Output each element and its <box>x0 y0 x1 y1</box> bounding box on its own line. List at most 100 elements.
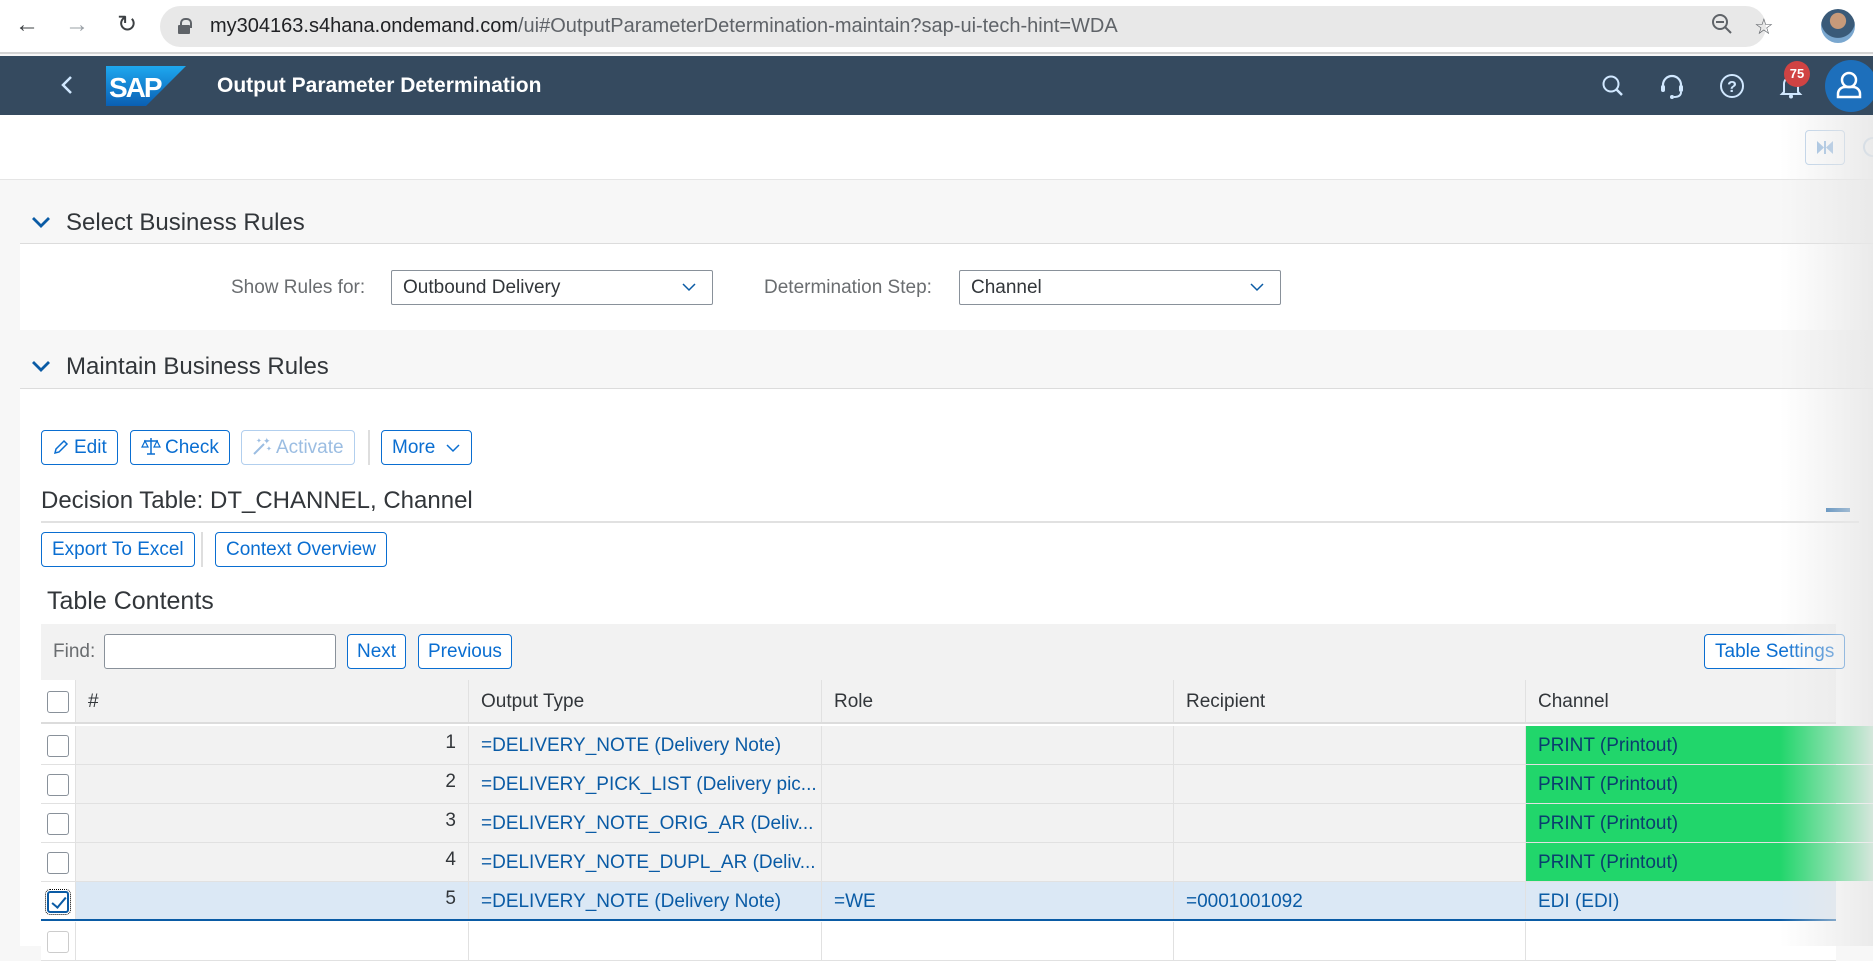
svg-text:?: ? <box>1727 79 1737 96</box>
channel-cell[interactable]: EDI (EDI) <box>1526 882 1873 919</box>
url-path: /ui#OutputParameterDetermination-maintai… <box>518 15 1118 37</box>
output-type-cell[interactable]: =DELIVERY_NOTE (Delivery Note) <box>469 726 822 764</box>
select-business-rules-title[interactable]: Select Business Rules <box>66 209 305 237</box>
select-rules-chevron-icon[interactable] <box>30 211 52 233</box>
row-checkbox[interactable] <box>47 931 69 953</box>
user-avatar-button[interactable] <box>1825 60 1873 112</box>
channel-cell[interactable]: PRINT (Printout) <box>1526 765 1873 803</box>
column-header-channel[interactable]: Channel <box>1526 680 1873 722</box>
find-input[interactable] <box>104 634 336 669</box>
check-label: Check <box>165 437 219 458</box>
role-cell[interactable]: =WE <box>822 882 1174 919</box>
select-all-cell <box>41 680 76 722</box>
determination-step-value: Channel <box>971 277 1042 298</box>
recipient-cell[interactable] <box>1174 843 1526 881</box>
table-find-toolbar: Find: Next Previous Table Settings <box>41 624 1846 680</box>
page-subheader <box>0 115 1873 180</box>
forward-arrow-icon[interactable]: → <box>62 10 92 40</box>
role-cell[interactable] <box>822 765 1174 803</box>
role-cell[interactable] <box>822 843 1174 881</box>
url-text: my304163.s4hana.ondemand.com/ui#OutputPa… <box>210 6 1118 47</box>
recipient-cell[interactable] <box>1174 765 1526 803</box>
table-row[interactable]: 4 =DELIVERY_NOTE_DUPL_AR (Deliv... PRINT (… <box>41 843 1873 882</box>
column-header-recipient[interactable]: Recipient <box>1174 680 1526 722</box>
activate-button[interactable]: ✦ ✦ ✦ Activate <box>241 430 355 465</box>
table-row[interactable]: 2 =DELIVERY_PICK_LIST (Delivery pic... PRI… <box>41 765 1873 804</box>
output-type-cell[interactable]: =DELIVERY_NOTE_ORIG_AR (Deliv... <box>469 804 822 842</box>
table-contents-title: Table Contents <box>47 587 214 615</box>
show-rules-dropdown[interactable]: Outbound Delivery <box>391 270 713 305</box>
role-cell[interactable] <box>822 804 1174 842</box>
export-to-excel-button[interactable]: Export To Excel <box>41 532 195 567</box>
table-settings-button[interactable]: Table Settings <box>1704 634 1846 669</box>
recipient-cell[interactable]: =0001001092 <box>1174 882 1526 919</box>
output-type-cell[interactable]: =DELIVERY_NOTE (Delivery Note) <box>469 882 822 919</box>
overflow-icon[interactable] <box>1863 137 1873 157</box>
show-rules-value: Outbound Delivery <box>403 277 561 298</box>
sap-logo[interactable]: SAP <box>106 66 186 106</box>
reload-icon[interactable]: ↻ <box>112 10 142 40</box>
empty-cell <box>469 922 822 960</box>
headset-support-icon[interactable] <box>1657 71 1687 101</box>
column-header-role[interactable]: Role <box>822 680 1174 722</box>
shell-back-button[interactable] <box>52 68 82 102</box>
find-label: Find: <box>53 641 96 662</box>
show-rules-label: Show Rules for: <box>231 277 366 298</box>
select-all-checkbox[interactable] <box>47 691 69 713</box>
row-number: 3 <box>76 804 469 842</box>
chevron-down-icon <box>1250 283 1264 292</box>
output-type-cell[interactable]: =DELIVERY_NOTE_DUPL_AR (Deliv... <box>469 843 822 881</box>
output-type-cell[interactable]: =DELIVERY_PICK_LIST (Delivery pic... <box>469 765 822 803</box>
minimize-panel-button[interactable] <box>1826 508 1850 512</box>
column-header-output-type[interactable]: Output Type <box>469 680 822 722</box>
back-arrow-icon[interactable]: ← <box>12 10 42 40</box>
channel-cell[interactable]: PRINT (Printout) <box>1526 804 1873 842</box>
pencil-icon <box>53 439 69 455</box>
find-next-button[interactable]: Next <box>347 634 407 669</box>
table-row[interactable]: 5 =DELIVERY_NOTE (Delivery Note) =WE =00010… <box>41 882 1836 921</box>
browser-profile-avatar[interactable] <box>1821 9 1855 43</box>
edit-button[interactable]: Edit <box>41 430 118 465</box>
row-select-cell <box>41 843 76 881</box>
url-host: my304163.s4hana.ondemand.com <box>210 15 518 37</box>
recipient-cell[interactable] <box>1174 726 1526 764</box>
row-number: 1 <box>76 726 469 764</box>
row-checkbox[interactable] <box>47 852 69 874</box>
row-checkbox[interactable] <box>47 774 69 796</box>
row-checkbox[interactable] <box>47 813 69 835</box>
channel-cell[interactable]: PRINT (Printout) <box>1526 843 1873 881</box>
channel-cell[interactable]: PRINT (Printout) <box>1526 726 1873 764</box>
bookmark-star-icon[interactable]: ☆ <box>1754 12 1774 42</box>
maintain-business-rules-title[interactable]: Maintain Business Rules <box>66 353 329 381</box>
shell-bar: SAP Output Parameter Determination ? 75 <box>0 56 1873 115</box>
context-overview-button[interactable]: Context Overview <box>215 532 387 567</box>
role-cell[interactable] <box>822 726 1174 764</box>
activate-label: Activate <box>276 437 344 458</box>
collapse-header-button[interactable] <box>1805 130 1845 165</box>
table-row[interactable]: 1 =DELIVERY_NOTE (Delivery Note) PRINT (Pr… <box>41 726 1873 765</box>
maintain-rules-chevron-icon[interactable] <box>30 355 52 377</box>
row-number: 2 <box>76 765 469 803</box>
column-header-number[interactable]: # <box>76 680 469 722</box>
row-checkbox[interactable] <box>47 735 69 757</box>
find-previous-button[interactable]: Previous <box>418 634 512 669</box>
address-bar[interactable]: my304163.s4hana.ondemand.com/ui#OutputPa… <box>160 6 1774 47</box>
table-row[interactable]: 3 =DELIVERY_NOTE_ORIG_AR (Deliv... PRINT (… <box>41 804 1873 843</box>
scales-icon <box>141 438 161 455</box>
browser-toolbar: ← → ↻ my304163.s4hana.ondemand.com/ui#Ou… <box>0 0 1873 54</box>
empty-table-row[interactable] <box>41 922 1836 961</box>
check-button[interactable]: Check <box>130 430 230 465</box>
row-number: 4 <box>76 843 469 881</box>
search-icon[interactable] <box>1598 71 1628 101</box>
empty-cell <box>822 922 1174 960</box>
row-select-cell <box>41 882 76 919</box>
determination-step-dropdown[interactable]: Channel <box>959 270 1281 305</box>
zoom-out-icon[interactable] <box>1710 12 1734 44</box>
help-icon[interactable]: ? <box>1717 71 1747 101</box>
svg-text:✦: ✦ <box>256 437 262 445</box>
row-checkbox[interactable] <box>45 889 71 915</box>
svg-text:✦: ✦ <box>266 445 272 453</box>
row-select-cell <box>41 804 76 842</box>
recipient-cell[interactable] <box>1174 804 1526 842</box>
more-button[interactable]: More <box>381 430 472 465</box>
